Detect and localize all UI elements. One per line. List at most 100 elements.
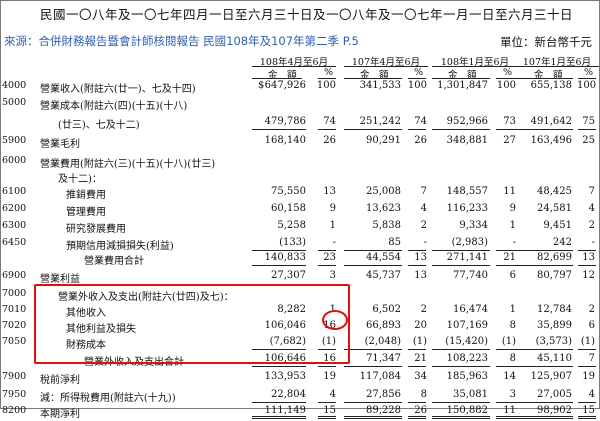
total-rule	[515, 366, 573, 367]
table-row: 5900 營業毛利 168,140 26 90,291 26 348,881 27 163,49…	[0, 135, 600, 151]
account-label: 及十二)：	[58, 174, 102, 185]
account-code: 7000	[2, 288, 27, 299]
table-row: 5000 營業成本(附註六(四)(十五)(十八)	[0, 97, 600, 113]
amount-cell: 107,169	[446, 320, 488, 331]
amount-cell: 9,334	[459, 220, 488, 231]
percent-cell: 2	[420, 220, 427, 231]
amount-cell: 117,084	[359, 371, 401, 382]
amount-cell: 27,307	[271, 270, 306, 281]
percent-cell: 19	[582, 371, 595, 382]
percent-cell: 100	[407, 80, 427, 91]
amount-cell: 12,784	[537, 304, 572, 315]
amount-cell: 45,737	[366, 270, 401, 281]
account-code: 8200	[2, 405, 27, 416]
percent-cell: 8	[509, 353, 516, 364]
account-code: 6200	[2, 203, 27, 214]
amount-cell: 108,223	[446, 353, 488, 364]
account-label: 營業費用(附註六(三)(十五)(十八)(廿三)	[40, 159, 216, 170]
amount-cell: 348,881	[446, 135, 488, 146]
table-row: 6000 營業費用(附註六(三)(十五)(十八)(廿三)	[0, 155, 600, 171]
total-rule	[578, 265, 596, 266]
unit-label: 單位：新台幣千元	[500, 35, 592, 49]
total-rule	[408, 349, 426, 350]
total-rule	[515, 265, 573, 266]
amount-cell: 44,554	[366, 252, 401, 263]
percent-cell: -	[332, 237, 336, 248]
pct-header: %	[414, 67, 424, 78]
percent-cell: 2	[588, 220, 595, 231]
percent-cell: 8	[420, 389, 427, 400]
amount-cell: 48,425	[537, 186, 572, 197]
total-rule	[344, 366, 402, 367]
percent-cell: 74	[414, 116, 427, 127]
account-code: 6100	[2, 186, 27, 197]
amount-cell: 491,642	[530, 116, 572, 127]
total-rule	[344, 265, 402, 266]
total-rule	[515, 418, 573, 419]
total-rule	[408, 366, 426, 367]
percent-cell: 4	[588, 203, 595, 214]
amount-cell: 25,008	[366, 186, 401, 197]
highlight-circle	[322, 310, 348, 330]
total-rule	[578, 129, 596, 130]
amount-cell: (2,048)	[364, 336, 401, 347]
pct-header: %	[584, 67, 594, 78]
account-code: 6450	[2, 237, 27, 248]
account-code: 6300	[2, 220, 27, 231]
total-rule	[252, 366, 306, 367]
subheader-rule	[496, 78, 516, 79]
percent-cell: 15	[323, 405, 336, 416]
source-caption: 來源：合併財務報告暨會計師核閱報告 民國108年及107年第二季 P.5	[4, 34, 359, 48]
percent-cell: 9	[329, 203, 336, 214]
account-label: 稅前淨利	[40, 375, 80, 386]
amount-cell: 66,893	[366, 320, 401, 331]
amount-cell: 27,856	[366, 389, 401, 400]
amount-cell: 125,907	[530, 371, 572, 382]
total-rule	[432, 402, 490, 403]
total-rule	[252, 250, 306, 251]
table-row: 6300 研究發展費用 5,258 1 5,838 2 9,334 1 9,451 2	[0, 220, 600, 236]
percent-cell: 7	[588, 353, 595, 364]
pct-header: %	[503, 67, 513, 78]
subheader-rule	[252, 78, 302, 79]
total-rule	[318, 418, 336, 419]
total-rule	[318, 402, 336, 403]
total-rule	[252, 129, 306, 130]
account-label: (廿三)、七及十二)	[58, 120, 140, 131]
total-rule	[432, 129, 490, 130]
total-rule	[432, 250, 490, 251]
amount-cell: 60,158	[271, 203, 306, 214]
percent-cell: 1	[329, 220, 336, 231]
account-code: 7010	[2, 304, 27, 315]
total-rule	[318, 366, 336, 367]
percent-cell: 4	[420, 203, 427, 214]
amount-cell: 82,699	[537, 252, 572, 263]
account-label: 營業毛利	[40, 139, 80, 150]
subheader-rule	[344, 78, 402, 79]
amount-cell: 89,228	[366, 405, 401, 416]
amount-cell: 655,138	[530, 80, 572, 91]
table-row: 及十二)：	[0, 170, 600, 186]
amount-cell: 140,833	[264, 252, 306, 263]
amount-cell: (3,573)	[535, 336, 572, 347]
total-rule	[318, 265, 336, 266]
subheader-rule	[578, 78, 596, 79]
total-rule	[432, 418, 490, 419]
total-rule	[344, 418, 402, 419]
percent-cell: 4	[329, 389, 336, 400]
account-code: 4000	[2, 80, 27, 91]
percent-cell: 13	[323, 186, 336, 197]
subheader-rule	[408, 78, 426, 79]
total-rule	[496, 402, 516, 403]
amount-cell: 952,966	[446, 116, 488, 127]
table-row: 4000 營業收入(附註六(廿一)、七及十四) $647,926 100 341,533…	[0, 80, 600, 96]
total-rule	[432, 366, 490, 367]
table-row: 6100 推銷費用 75,550 13 25,008 7 148,557 11 48,425 7	[0, 186, 600, 202]
percent-cell: (1)	[412, 336, 427, 347]
period-title: 民國一〇八年及一〇七年四月一日至六月三十日及一〇八年及一〇七年一月一日至六月三十…	[40, 7, 574, 22]
percent-cell: 11	[503, 405, 516, 416]
amount-cell: 13,623	[366, 203, 401, 214]
amount-cell: 341,533	[359, 80, 401, 91]
total-rule	[515, 250, 573, 251]
total-rule	[252, 402, 306, 403]
